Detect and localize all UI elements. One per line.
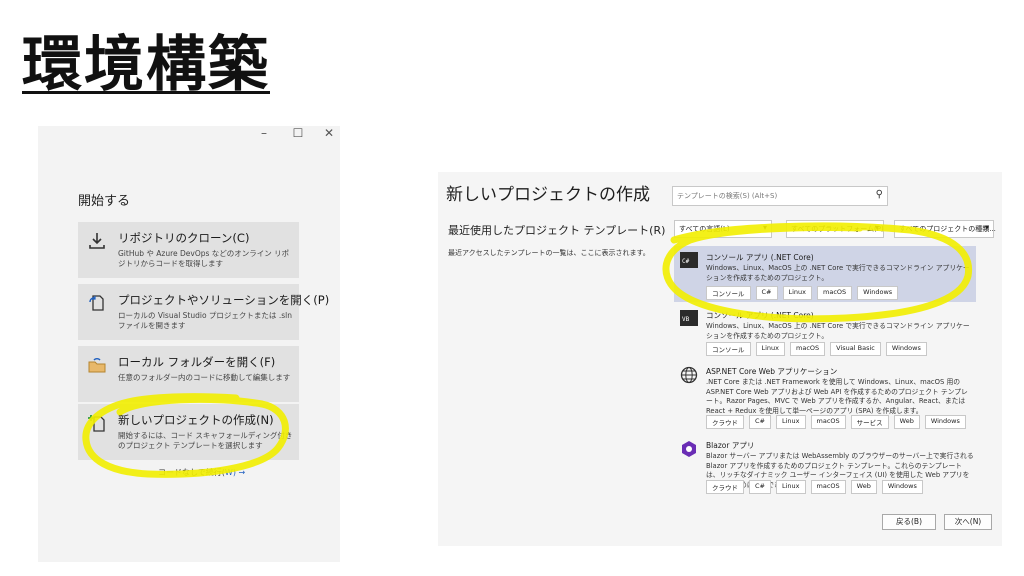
project-type-filter[interactable]: すべてのプロジェクトの種類... ▾ [894, 220, 996, 238]
template-name: コンソール アプリ (.NET Core) [706, 253, 814, 262]
link-key: W [224, 468, 233, 477]
new-project-icon [87, 413, 107, 433]
back-button[interactable]: 戻る(B) [882, 514, 936, 530]
filter-label: すべてのプラットフォーム(P) [791, 225, 884, 233]
search-placeholder: テンプレートの検索(S) (Alt+S) [677, 192, 778, 200]
link-arrow: ) → [232, 468, 246, 477]
card-desc: GitHub や Azure DevOps などのオンライン リポジトリからコー… [118, 249, 290, 268]
template-desc: Windows、Linux、MacOS 上の .NET Core で実行できるコ… [706, 264, 970, 282]
card-desc: 開始するには、コード スキャフォールディング付きのプロジェクト テンプレートを選… [118, 431, 293, 450]
tag: macOS [790, 342, 826, 356]
tag: コンソール [706, 342, 751, 356]
language-filter[interactable]: すべての言語(L) ▾ [674, 220, 772, 238]
tag: Visual Basic [830, 342, 881, 356]
minimize-button[interactable]: – [254, 126, 274, 140]
open-project-icon [87, 293, 107, 313]
template-tags: クラウド C# Linux macOS Web Windows [706, 480, 923, 494]
blazor-icon [680, 440, 698, 457]
folder-icon [87, 355, 107, 375]
template-desc: Windows、Linux、MacOS 上の .NET Core で実行できるコ… [706, 322, 970, 340]
tag: Windows [885, 342, 927, 356]
card-title: プロジェクトやソリューションを開く(P) [118, 293, 330, 307]
clone-icon [87, 231, 107, 251]
chevron-down-icon: ▾ [762, 223, 767, 232]
tag: クラウド [706, 415, 744, 429]
template-search-input[interactable]: テンプレートの検索(S) (Alt+S) ⚲ [672, 186, 888, 206]
card-title: リポジトリのクローン(C) [118, 231, 250, 245]
tag: C# [749, 415, 771, 429]
tag: macOS [810, 480, 846, 494]
link-text: コードなしで続行( [158, 468, 225, 477]
template-console-csharp[interactable]: C# コンソール アプリ (.NET Core) Windows、Linux、M… [674, 246, 976, 302]
template-aspnet-core[interactable]: ASP.NET Core Web アプリケーション .NET Core または … [674, 360, 976, 432]
tag: クラウド [706, 480, 744, 494]
template-name: コンソール アプリ (.NET Core) [706, 311, 814, 320]
svg-text:C#: C# [682, 258, 690, 265]
card-title: 新しいプロジェクトの作成(N) [118, 413, 274, 427]
card-desc: 任意のフォルダー内のコードに移動して編集します [118, 373, 291, 382]
tag: サービス [850, 415, 889, 429]
template-blazor[interactable]: Blazor アプリ Blazor サーバー アプリまたは WebAssembl… [674, 434, 976, 498]
clone-repo-card[interactable]: リポジトリのクローン(C) GitHub や Azure DevOps などのオ… [78, 222, 299, 278]
recent-templates-desc: 最近アクセスしたテンプレートの一覧は、ここに表示されます。 [448, 249, 650, 257]
new-project-card[interactable]: 新しいプロジェクトの作成(N) 開始するには、コード スキャフォールディング付き… [78, 404, 299, 460]
svg-text:VB: VB [682, 316, 690, 323]
next-button[interactable]: 次へ(N) [944, 514, 992, 530]
template-name: ASP.NET Core Web アプリケーション [706, 367, 838, 376]
new-project-window: 新しいプロジェクトの作成 テンプレートの検索(S) (Alt+S) ⚲ 最近使用… [438, 172, 1002, 546]
open-project-card[interactable]: プロジェクトやソリューションを開く(P) ローカルの Visual Studio… [78, 284, 329, 340]
start-window: – ☐ ✕ 開始する リポジトリのクローン(C) GitHub や Azure … [38, 126, 340, 562]
filter-label: すべての言語(L) [679, 225, 730, 233]
new-project-title: 新しいプロジェクトの作成 [446, 185, 650, 205]
template-tags: コンソール Linux macOS Visual Basic Windows [706, 342, 927, 356]
tag: C# [749, 480, 771, 494]
search-icon[interactable]: ⚲ [876, 189, 883, 200]
close-button[interactable]: ✕ [319, 126, 339, 140]
tag: Linux [776, 480, 806, 494]
template-desc: .NET Core または .NET Framework を使用して Windo… [706, 378, 968, 415]
tag: Linux [776, 415, 806, 429]
tag: Web [893, 415, 920, 429]
maximize-button[interactable]: ☐ [288, 126, 308, 140]
tag: Windows [857, 286, 899, 300]
tag: Web [850, 480, 877, 494]
filter-label: すべてのプロジェクトの種類... [899, 225, 996, 233]
tag: macOS [810, 415, 846, 429]
open-folder-card[interactable]: ローカル フォルダーを開く(F) 任意のフォルダー内のコードに移動して編集します [78, 346, 299, 402]
tag: C# [755, 286, 778, 300]
console-app-icon: C# [680, 252, 698, 268]
tag: Windows [924, 415, 966, 429]
template-name: Blazor アプリ [706, 441, 755, 450]
globe-icon [680, 366, 698, 384]
tag: Linux [755, 342, 786, 356]
template-console-vb[interactable]: VB コンソール アプリ (.NET Core) Windows、Linux、M… [674, 304, 976, 356]
card-title: ローカル フォルダーを開く(F) [118, 355, 276, 369]
template-tags: クラウド C# Linux macOS サービス Web Windows [706, 415, 966, 429]
card-desc: ローカルの Visual Studio プロジェクトまたは .sln ファイルを… [118, 311, 292, 330]
template-tags: コンソール C# Linux macOS Windows [706, 286, 899, 300]
chevron-down-icon: ▾ [874, 223, 879, 232]
tag: macOS [817, 286, 853, 300]
tag: Windows [881, 480, 923, 494]
start-heading: 開始する [78, 194, 131, 209]
continue-without-code-link[interactable]: コードなしで続行(W) → [158, 467, 245, 478]
tag: コンソール [706, 286, 751, 300]
recent-templates-heading: 最近使用したプロジェクト テンプレート(R) [448, 224, 666, 237]
console-app-icon: VB [680, 310, 698, 326]
tag: Linux [782, 286, 813, 300]
slide-title: 環境構築 [22, 30, 270, 100]
chevron-down-icon: ▾ [984, 223, 989, 232]
platform-filter[interactable]: すべてのプラットフォーム(P) ▾ [786, 220, 884, 238]
